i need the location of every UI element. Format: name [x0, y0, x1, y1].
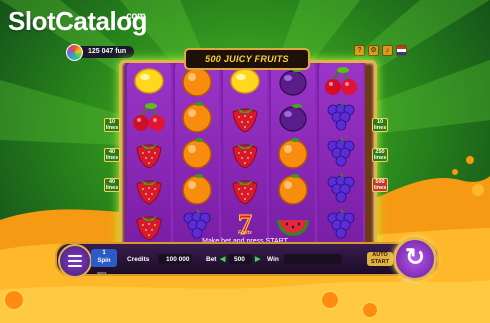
spins-counter[interactable]: 1 Spin: [91, 249, 117, 267]
reel-3: 7 Fruits: [223, 63, 267, 243]
svg-text:7: 7: [238, 210, 252, 241]
line-label: lines: [105, 155, 119, 161]
left-lines-1[interactable]: 10 lines: [104, 118, 120, 132]
menu-line: [68, 260, 82, 262]
top-icons: ? ⚙ ♪: [354, 45, 407, 56]
strawberry-symbol: [129, 136, 169, 170]
sound-icon[interactable]: ♪: [382, 45, 393, 56]
line-label: lines: [373, 155, 387, 161]
settings-icon[interactable]: ⚙: [368, 45, 379, 56]
right-lines-3[interactable]: 500 lines: [372, 178, 388, 192]
left-lines-3[interactable]: 40 lines: [104, 178, 120, 192]
bet-value: 500: [234, 256, 245, 263]
language-flag-icon[interactable]: [396, 45, 407, 56]
auto-start-button[interactable]: AUTO START: [367, 252, 393, 266]
cherry-symbol: [129, 100, 169, 134]
credits-label: Credits: [127, 256, 150, 263]
menu-button[interactable]: [58, 244, 92, 278]
cherry-symbol: [321, 64, 361, 98]
line-label: lines: [373, 185, 387, 191]
strawberry-symbol: [129, 208, 169, 242]
spins-value: 1: [102, 250, 106, 256]
right-lines-2[interactable]: 250 lines: [372, 148, 388, 162]
grapes-symbol: [321, 100, 361, 134]
logo-part1: Slot: [8, 6, 56, 36]
strawberry-symbol: [129, 172, 169, 206]
reel-4: [271, 63, 315, 243]
left-lines-2[interactable]: 40 lines: [104, 148, 120, 162]
coin-icon: [66, 44, 83, 61]
grapes-symbol: [321, 172, 361, 206]
reel-1: [127, 63, 171, 243]
bet-decrease-icon[interactable]: ◀: [220, 255, 225, 263]
credits-value: 100 000: [166, 256, 190, 263]
reel-2: [175, 63, 219, 243]
strawberry-symbol: [225, 100, 265, 134]
plum-symbol: [273, 100, 313, 134]
reel-5: [319, 63, 363, 243]
balance-display: 125 047 fun: [66, 44, 134, 61]
strawberry-symbol: [225, 136, 265, 170]
win-box: [284, 254, 342, 264]
orange-symbol: [177, 172, 217, 206]
reels-area[interactable]: 7 Fruits: [125, 63, 365, 243]
lemon-symbol: [129, 64, 169, 98]
watermelon-symbol: [273, 208, 313, 242]
line-label: lines: [105, 185, 119, 191]
orange-symbol: [177, 100, 217, 134]
spins-label: Spin: [97, 258, 111, 264]
spins-caption: spins: [97, 270, 107, 275]
site-logo: SlotCatalog .com: [8, 6, 147, 36]
help-icon[interactable]: ?: [354, 45, 365, 56]
right-lines-1[interactable]: 10 lines: [372, 118, 388, 132]
orange-symbol: [273, 136, 313, 170]
bet-label: Bet: [206, 256, 217, 263]
spin-caption: start: [403, 277, 411, 282]
grapes-symbol: [177, 208, 217, 242]
seven-label: Fruits: [238, 230, 252, 236]
orange-symbol: [273, 172, 313, 206]
grapes-symbol: [321, 208, 361, 242]
spin-icon: ↻: [404, 244, 426, 271]
line-label: lines: [105, 125, 119, 131]
orange-symbol: [177, 136, 217, 170]
line-label: lines: [373, 125, 387, 131]
seven-symbol: 7 Fruits: [225, 208, 265, 242]
game-title: 500 JUICY FRUITS: [184, 48, 310, 70]
balance-value: 125 047 fun: [88, 48, 127, 55]
menu-line: [68, 255, 82, 257]
logo-domain: .com: [124, 11, 146, 22]
win-label: Win: [267, 256, 279, 263]
bet-increase-icon[interactable]: ▶: [255, 255, 260, 263]
strawberry-symbol: [225, 172, 265, 206]
spin-button[interactable]: ↻: [393, 237, 437, 281]
grapes-symbol: [321, 136, 361, 170]
menu-line: [68, 265, 82, 267]
